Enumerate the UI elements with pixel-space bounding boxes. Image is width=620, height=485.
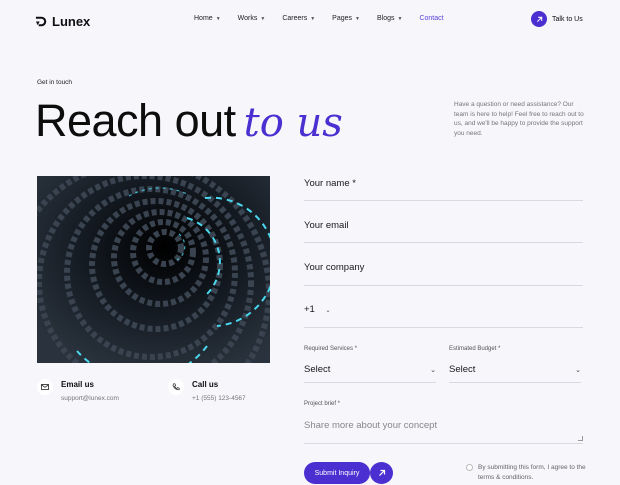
name-field[interactable]: Your name * <box>304 178 583 201</box>
page-title-accent: to us <box>243 100 343 146</box>
chevron-down-icon[interactable]: ⌄ <box>325 306 330 314</box>
nav-pages-label: Pages <box>332 15 353 22</box>
terms-consent: By submitting this form, I agree to the … <box>466 463 586 483</box>
company-field[interactable]: Your company <box>304 262 583 286</box>
mail-icon <box>37 379 53 395</box>
phone-code[interactable]: +1 <box>304 304 315 315</box>
chevron-down-icon: ▼ <box>355 15 360 22</box>
nav-works[interactable]: Works ▼ <box>238 15 266 22</box>
nav-contact[interactable]: Contact <box>419 15 443 22</box>
hero-description: Have a question or need assistance? Our … <box>454 101 584 137</box>
chevron-down-icon: ▼ <box>397 15 403 22</box>
nav-home[interactable]: Home ▼ <box>194 15 221 22</box>
arrow-up-right-icon <box>531 11 547 27</box>
talk-to-us-label: Talk to Us <box>552 15 583 23</box>
chevron-down-icon: ▼ <box>260 15 266 22</box>
chevron-down-icon: ▼ <box>215 15 221 22</box>
main-nav: Home ▼ Works ▼ Careers ▼ Pages ▼ Blogs ▼ Cont… <box>194 15 444 22</box>
call-contact: Call us +1 (555) 123-4567 <box>168 377 246 402</box>
chevron-down-icon: ⌄ <box>430 367 436 374</box>
nav-works-label: Works <box>237 15 258 22</box>
submit-button[interactable]: Submit Inquiry <box>304 462 370 484</box>
nav-pages[interactable]: Pages ▼ <box>332 15 360 22</box>
call-value[interactable]: +1 (555) 123-4567 <box>192 395 246 402</box>
tunnel-image <box>37 176 270 363</box>
services-select[interactable]: Select ⌄ <box>304 364 436 383</box>
email-title: Email us <box>61 380 94 389</box>
submit-arrow-button[interactable] <box>370 462 393 484</box>
nav-home-label: Home <box>194 15 213 22</box>
arrow-up-right-icon <box>378 469 385 476</box>
chevron-down-icon: ▼ <box>310 15 316 22</box>
talk-to-us-button[interactable]: Talk to Us <box>531 11 583 27</box>
email-contact: Email us support@lunex.com <box>37 377 119 402</box>
services-label: Required Services * <box>304 346 358 352</box>
brand-logo[interactable]: Lunex <box>35 14 90 29</box>
email-field[interactable]: Your email <box>304 220 583 243</box>
call-title: Call us <box>192 380 219 389</box>
brief-label: Project brief * <box>304 401 341 407</box>
email-value[interactable]: support@lunex.com <box>61 395 119 402</box>
phone-icon <box>168 379 184 395</box>
budget-select[interactable]: Select ⌄ <box>449 364 581 383</box>
eyebrow-text: Get in touch <box>37 79 73 86</box>
brief-textarea[interactable]: Share more about your concept <box>304 420 583 444</box>
tunnel-illustration <box>37 176 270 363</box>
terms-text: By submitting this form, I agree to the … <box>478 464 586 481</box>
terms-checkbox[interactable] <box>466 464 473 471</box>
nav-contact-label: Contact <box>419 15 444 22</box>
services-value: Select <box>304 364 331 375</box>
nav-careers[interactable]: Careers ▼ <box>282 15 315 22</box>
nav-blogs[interactable]: Blogs ▼ <box>377 15 402 22</box>
budget-value: Select <box>449 364 476 375</box>
brief-placeholder: Share more about your concept <box>304 420 438 431</box>
chevron-down-icon: ⌄ <box>575 367 581 374</box>
phone-field[interactable]: +1 ⌄ <box>304 304 583 328</box>
budget-label: Estimated Budget * <box>449 346 501 352</box>
resize-handle-icon[interactable] <box>578 436 583 441</box>
nav-careers-label: Careers <box>282 15 308 22</box>
nav-blogs-label: Blogs <box>376 15 395 22</box>
page-title: Reach out to us <box>35 96 343 148</box>
brand-name: Lunex <box>52 14 91 29</box>
page-title-main: Reach out <box>35 95 236 146</box>
logo-icon <box>35 16 47 27</box>
